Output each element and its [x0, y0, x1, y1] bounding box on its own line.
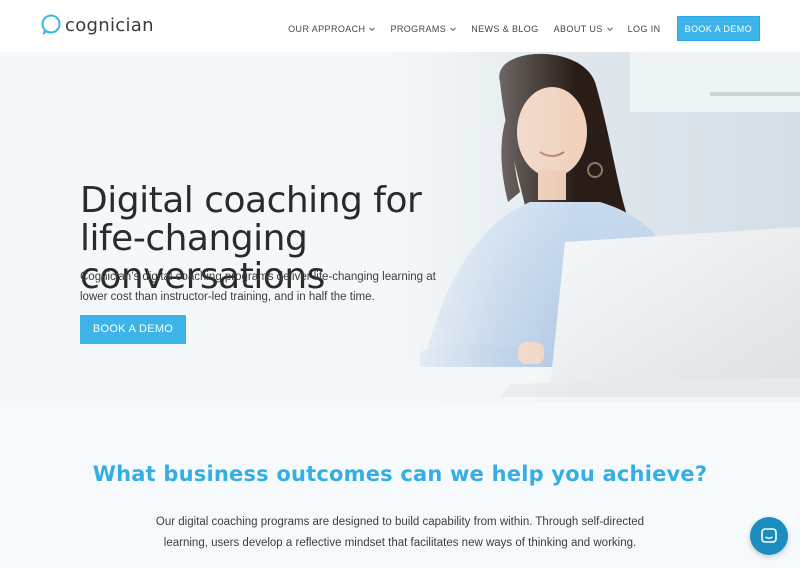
outcomes-text: Our digital coaching programs are design…: [155, 516, 645, 549]
logo-text: cognician: [65, 14, 154, 36]
speech-bubble-icon: [41, 14, 61, 35]
chevron-down-icon: [606, 26, 613, 31]
nav-our-approach[interactable]: OUR APPROACH: [288, 23, 376, 34]
main-nav: OUR APPROACH PROGRAMS NEWS & BLOG ABOUT …: [273, 16, 760, 41]
nav-about-us[interactable]: ABOUT US: [554, 24, 613, 34]
outcomes-section: What business outcomes can we help you a…: [0, 402, 800, 568]
chat-bubble-icon: [761, 528, 777, 543]
nav-label: LOG IN: [627, 23, 661, 34]
nav-log-in[interactable]: LOG IN: [628, 24, 661, 34]
hero-subtitle: Cognician’s digital coaching programs de…: [80, 271, 436, 303]
nav-label: PROGRAMS: [390, 23, 447, 34]
nav-label: NEWS & BLOG: [471, 23, 539, 34]
site-header: cognician OUR APPROACH PROGRAMS NEWS & B…: [0, 0, 800, 52]
chevron-down-icon: [369, 26, 376, 31]
chevron-down-icon: [450, 26, 457, 31]
nav-news-blog[interactable]: NEWS & BLOG: [471, 24, 538, 34]
book-demo-hero-button[interactable]: BOOK A DEMO: [80, 315, 186, 344]
outcomes-title: What business outcomes can we help you a…: [92, 462, 708, 486]
book-demo-nav-button[interactable]: BOOK A DEMO: [676, 16, 760, 41]
nav-label: ABOUT US: [553, 23, 603, 34]
nav-programs[interactable]: PROGRAMS: [390, 23, 457, 34]
nav-label: OUR APPROACH: [288, 23, 366, 34]
hero-section: Digital coaching for life-changing conve…: [0, 52, 800, 402]
chat-launcher-button[interactable]: [750, 517, 788, 555]
logo[interactable]: cognician: [40, 14, 154, 36]
